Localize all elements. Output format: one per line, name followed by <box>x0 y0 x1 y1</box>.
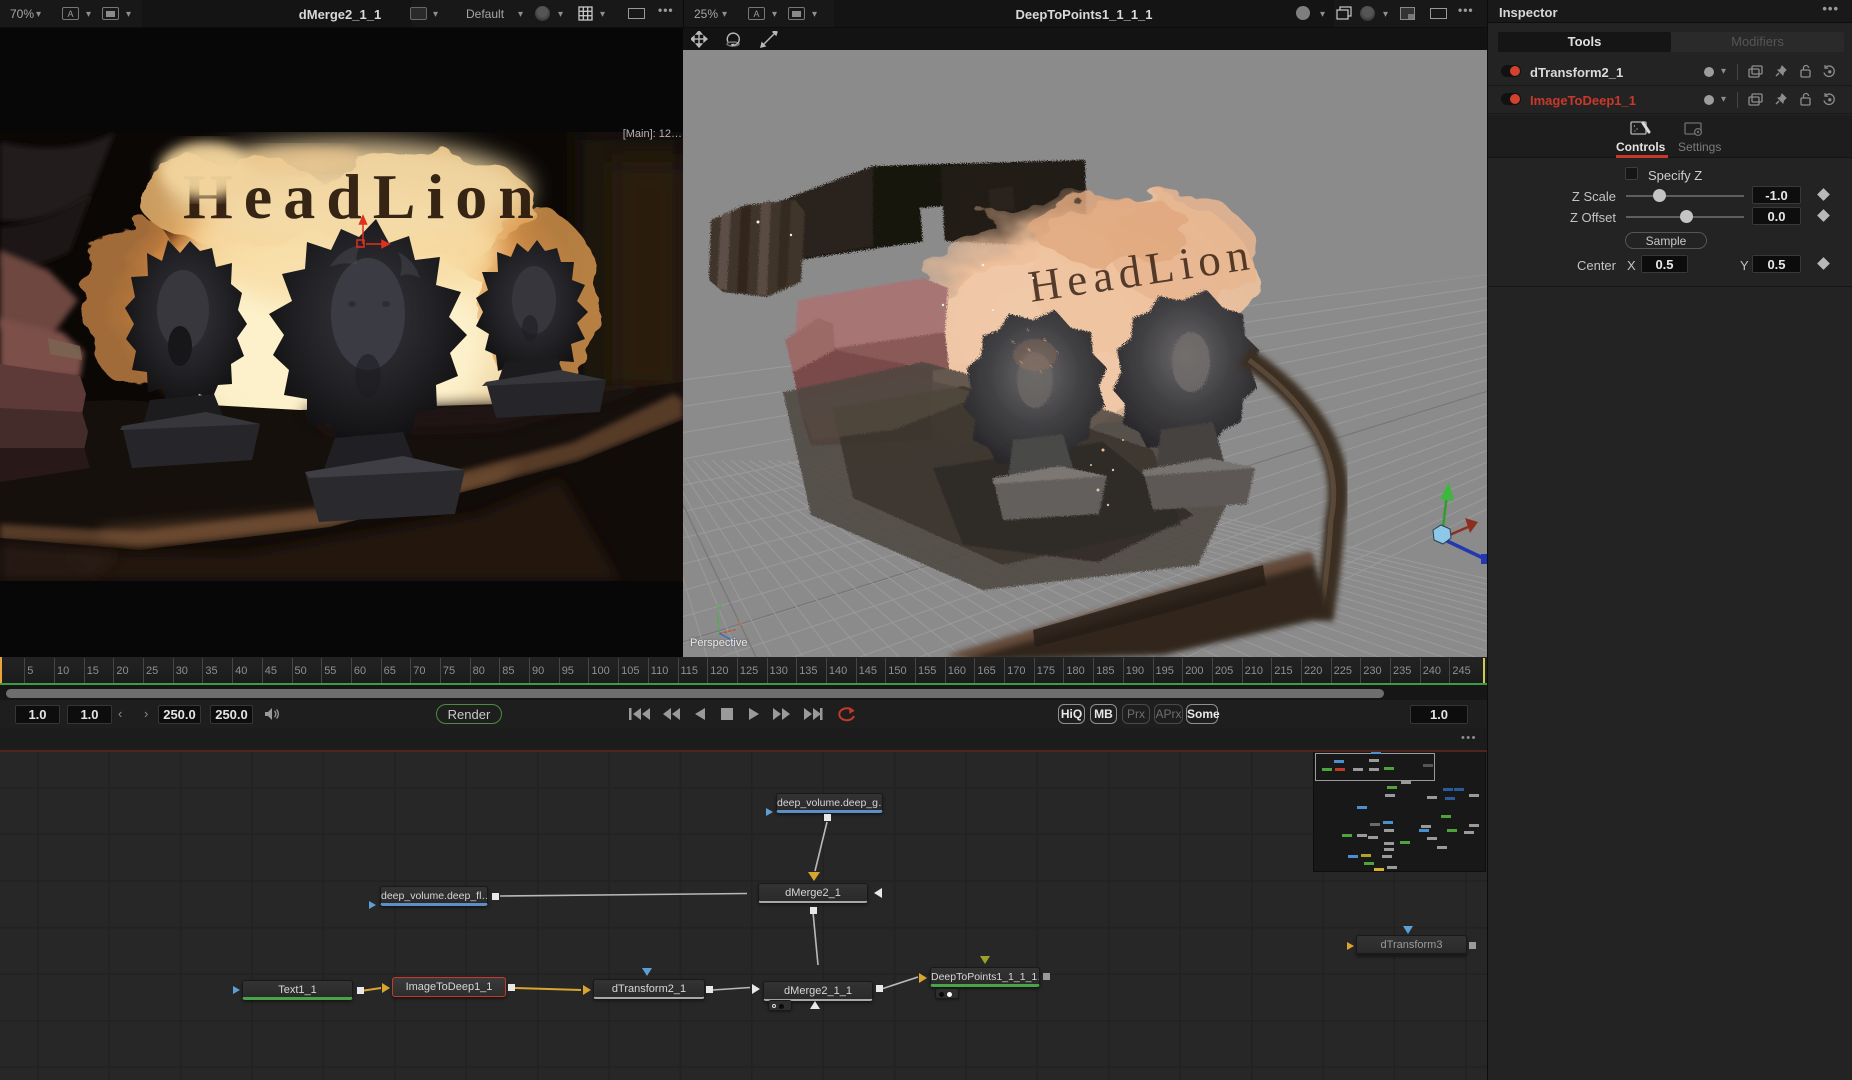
svg-text:X: X <box>738 619 744 629</box>
svg-text:Y: Y <box>716 603 722 613</box>
